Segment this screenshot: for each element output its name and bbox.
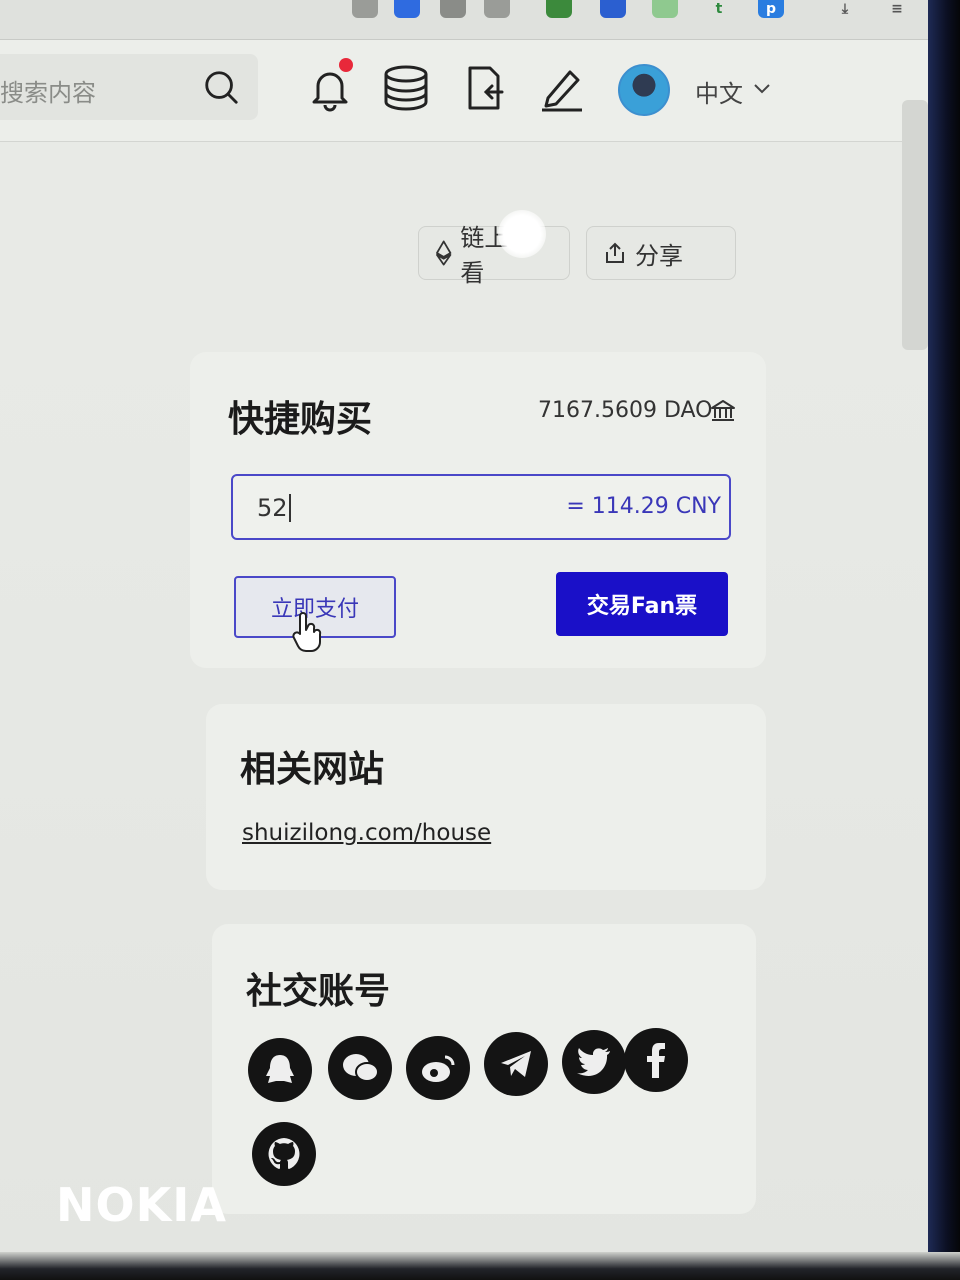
related-sites-title: 相关网站 xyxy=(240,749,385,790)
dao-balance: 7167.5609 DAO xyxy=(538,398,713,423)
camera-watermark: NOKIA xyxy=(56,1178,227,1232)
social-accounts-title: 社交账号 xyxy=(246,971,391,1012)
telegram-icon[interactable] xyxy=(484,1032,548,1096)
extension-icon[interactable] xyxy=(652,0,678,18)
extension-icon[interactable] xyxy=(352,0,378,18)
github-icon[interactable] xyxy=(252,1122,316,1186)
share-button[interactable]: 分享 xyxy=(586,226,736,280)
trade-fan-ticket-button[interactable]: 交易Fan票 xyxy=(556,572,728,636)
word-extension-icon[interactable] xyxy=(600,0,626,18)
heart-extension-icon[interactable] xyxy=(484,0,510,18)
notification-dot xyxy=(339,58,353,72)
ethereum-icon xyxy=(436,240,452,266)
search-icon[interactable] xyxy=(202,68,240,106)
export-document-icon[interactable] xyxy=(462,64,510,112)
scrollbar[interactable] xyxy=(902,100,928,350)
share-label: 分享 xyxy=(635,241,683,270)
quick-buy-title: 快捷购买 xyxy=(228,399,373,440)
wechat-icon[interactable] xyxy=(328,1036,392,1100)
download-icon[interactable]: ⤓ xyxy=(832,0,858,18)
trade-fan-ticket-label: 交易Fan票 xyxy=(586,594,698,619)
database-icon[interactable] xyxy=(382,64,430,112)
related-site-link[interactable]: shuizilong.com/house xyxy=(242,820,491,846)
hand-cursor-icon xyxy=(292,612,322,652)
qq-icon[interactable] xyxy=(248,1038,312,1102)
screen-glare xyxy=(498,210,546,258)
edit-icon[interactable] xyxy=(538,64,586,112)
related-sites-card xyxy=(206,704,766,890)
weibo-icon[interactable] xyxy=(406,1036,470,1100)
search-box[interactable]: 搜索内容 xyxy=(0,54,258,120)
twitter-icon[interactable] xyxy=(562,1030,626,1094)
chain-view-button[interactable]: 链上查看 xyxy=(418,224,570,287)
amount-field[interactable]: 52 = 114.29 CNY xyxy=(231,474,731,540)
search-input[interactable]: 搜索内容 xyxy=(0,73,96,108)
share-icon xyxy=(606,242,624,263)
monitor-bezel xyxy=(928,0,960,1280)
screen: t p ⤓ ≡ 搜索内容 中文 链上查看 分享 快捷购买 7167.5609 D… xyxy=(0,0,928,1270)
browser-toolbar: t p ⤓ ≡ xyxy=(0,0,928,40)
avatar[interactable] xyxy=(618,64,670,116)
t-extension-icon[interactable]: t xyxy=(706,0,732,18)
cny-equivalent: = 114.29 CNY xyxy=(566,494,721,519)
chevron-down-icon[interactable] xyxy=(752,80,772,96)
send-extension-icon[interactable] xyxy=(440,0,466,18)
extension-icon[interactable] xyxy=(546,0,572,18)
p-extension-icon[interactable]: p xyxy=(758,0,784,18)
bank-icon xyxy=(711,400,735,421)
menu-icon[interactable]: ≡ xyxy=(884,0,910,18)
language-selector[interactable]: 中文 xyxy=(695,74,743,109)
facebook-icon[interactable] xyxy=(624,1028,688,1092)
shield-extension-icon[interactable] xyxy=(394,0,420,18)
monitor-bezel-bottom xyxy=(0,1252,960,1280)
amount-input[interactable]: 52 xyxy=(257,494,291,522)
